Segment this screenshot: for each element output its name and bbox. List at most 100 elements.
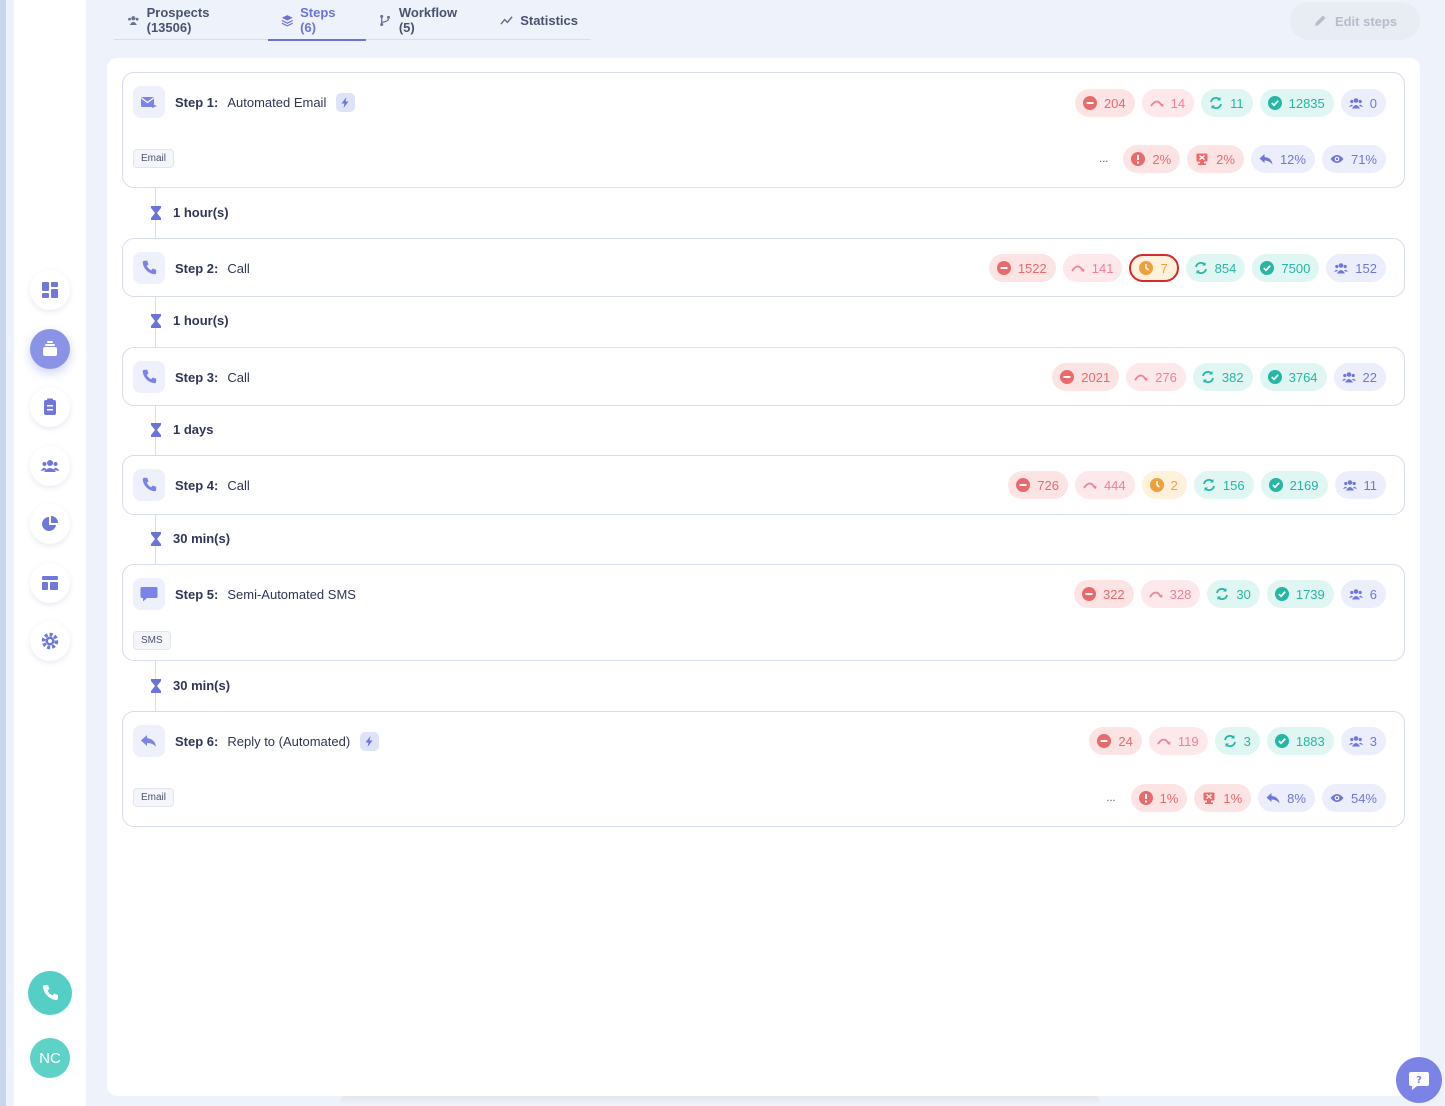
step-card-4[interactable]: Step 4: Call 726 444 2 156 2169 11 [122, 455, 1405, 515]
people-icon [1348, 98, 1363, 109]
stat-skipped[interactable]: 328 [1140, 580, 1201, 608]
step-type-icon [133, 469, 165, 501]
refresh-icon [1216, 588, 1229, 600]
step-card-3[interactable]: Step 3: Call 2021 276 382 3764 22 [122, 347, 1405, 406]
step-name: Reply to (Automated) [227, 733, 351, 749]
sms-icon [140, 587, 158, 602]
stat-value: 119 [1177, 733, 1199, 749]
stat-skipped[interactable]: 141 [1062, 254, 1123, 282]
rate-unsubscribed[interactable]: 2% [1187, 145, 1244, 173]
stat-people[interactable]: 152 [1326, 254, 1386, 282]
phone-icon [142, 369, 157, 384]
step-card-6[interactable]: Step 6: Reply to (Automated) Email 24 11… [122, 711, 1405, 827]
stat-scheduled[interactable]: 2 [1141, 471, 1187, 499]
step-stats: 24 119 3 1883 3 [1089, 727, 1386, 755]
rate-opened[interactable]: 54% [1321, 784, 1386, 812]
step-stats: 322 328 30 1739 6 [1073, 580, 1386, 608]
stat-people[interactable]: 3 [1340, 727, 1386, 755]
stat-people[interactable]: 0 [1340, 89, 1386, 117]
rate-opened[interactable]: 71% [1321, 145, 1386, 173]
stat-completed[interactable]: 12835 [1259, 89, 1334, 117]
sidebar-item-reports[interactable] [30, 504, 70, 544]
sidebar-item-settings[interactable] [30, 621, 70, 661]
avatar[interactable]: NC [30, 1038, 70, 1078]
people-icon [1348, 589, 1363, 600]
stat-skipped[interactable]: 14 [1141, 89, 1195, 117]
refresh-icon [1223, 735, 1236, 747]
rates-ellipsis: ... [1099, 153, 1109, 165]
rate-replied[interactable]: 8% [1258, 784, 1315, 812]
stat-completed[interactable]: 3764 [1259, 363, 1327, 391]
stat-completed[interactable]: 1883 [1266, 727, 1334, 755]
step-card-1[interactable]: Step 1: Automated Email Email 204 14 11 … [122, 72, 1405, 188]
stat-stopped[interactable]: 322 [1073, 580, 1134, 608]
stat-in-progress[interactable]: 854 [1185, 254, 1246, 282]
stat-completed[interactable]: 2169 [1260, 471, 1328, 499]
tab-bar: Prospects (13506) Steps (6) Workflow (5)… [114, 0, 591, 41]
stat-skipped[interactable]: 444 [1074, 471, 1135, 499]
tab-workflow[interactable]: Workflow (5) [366, 0, 487, 40]
delay-item: 1 hour(s) [151, 205, 229, 220]
step-header: Step 3: Call [133, 361, 250, 393]
stat-value: 854 [1214, 260, 1237, 276]
step-header: Step 1: Automated Email [133, 86, 356, 118]
stat-stopped[interactable]: 204 [1074, 89, 1135, 117]
rate-value: 1% [1223, 790, 1243, 806]
help-chat-icon: ? [1409, 1072, 1429, 1090]
stat-in-progress[interactable]: 3 [1214, 727, 1260, 755]
tab-prospects[interactable]: Prospects (13506) [114, 0, 268, 40]
tab-label: Steps (6) [300, 5, 336, 35]
stat-scheduled[interactable]: 7 [1129, 254, 1179, 282]
help-chat-button[interactable]: ? [1396, 1057, 1442, 1103]
step-type-icon [133, 252, 165, 284]
rate-bounced[interactable]: 2% [1123, 145, 1181, 173]
stat-in-progress[interactable]: 382 [1192, 363, 1253, 391]
hourglass-icon [151, 531, 161, 546]
channel-tag: SMS [133, 631, 171, 650]
stat-in-progress[interactable]: 11 [1201, 89, 1253, 117]
rate-bounced[interactable]: 1% [1130, 784, 1188, 812]
stat-skipped[interactable]: 276 [1126, 363, 1186, 391]
tab-label: Prospects (13506) [146, 5, 210, 35]
minus-circle-icon [1097, 734, 1112, 748]
step-card-2[interactable]: Step 2: Call 1522 141 7 854 7500 152 [122, 238, 1405, 297]
sidebar-item-dashboard[interactable] [30, 270, 70, 310]
stat-people[interactable]: 11 [1334, 471, 1386, 499]
dialer-button[interactable] [28, 971, 72, 1015]
stat-stopped[interactable]: 1522 [988, 254, 1056, 282]
stat-people[interactable]: 22 [1333, 363, 1386, 391]
stat-in-progress[interactable]: 30 [1207, 580, 1260, 608]
sequences-icon [43, 341, 57, 356]
step-name: Call [227, 477, 250, 493]
tab-steps[interactable]: Steps (6) [267, 0, 367, 41]
edit-steps-button[interactable]: Edit steps [1290, 2, 1420, 40]
step-header: Step 6: Reply to (Automated) [133, 725, 380, 757]
rate-unsubscribed[interactable]: 1% [1194, 784, 1252, 812]
unsubscribe-icon [1196, 153, 1208, 165]
stat-skipped[interactable]: 119 [1148, 727, 1208, 755]
step-number: Step 1: [175, 94, 219, 110]
contacts-icon [40, 460, 60, 472]
step-card-5[interactable]: Step 5: Semi-Automated SMS SMS 322 328 3… [122, 564, 1405, 661]
hourglass-icon [151, 313, 161, 328]
stat-value: 2169 [1289, 477, 1319, 493]
sidebar-item-tasks[interactable] [30, 387, 70, 427]
sidebar-item-contacts[interactable] [30, 446, 70, 486]
rate-replied[interactable]: 12% [1250, 145, 1315, 173]
stat-value: 156 [1222, 477, 1245, 493]
stat-completed[interactable]: 7500 [1252, 254, 1320, 282]
stat-value: 22 [1362, 369, 1377, 385]
stat-stopped[interactable]: 24 [1089, 727, 1142, 755]
minus-circle-icon [1060, 370, 1075, 384]
stat-people[interactable]: 6 [1340, 580, 1386, 608]
alert-circle-icon [1131, 152, 1146, 166]
bolt-icon [365, 735, 373, 747]
tab-statistics[interactable]: Statistics [487, 0, 591, 40]
stat-completed[interactable]: 1739 [1266, 580, 1334, 608]
stat-stopped[interactable]: 2021 [1052, 363, 1120, 391]
sidebar-item-templates[interactable] [30, 563, 70, 603]
stat-in-progress[interactable]: 156 [1193, 471, 1254, 499]
sidebar-item-sequences[interactable] [30, 329, 70, 369]
stat-value: 3 [1243, 733, 1251, 749]
stat-stopped[interactable]: 726 [1008, 471, 1068, 499]
